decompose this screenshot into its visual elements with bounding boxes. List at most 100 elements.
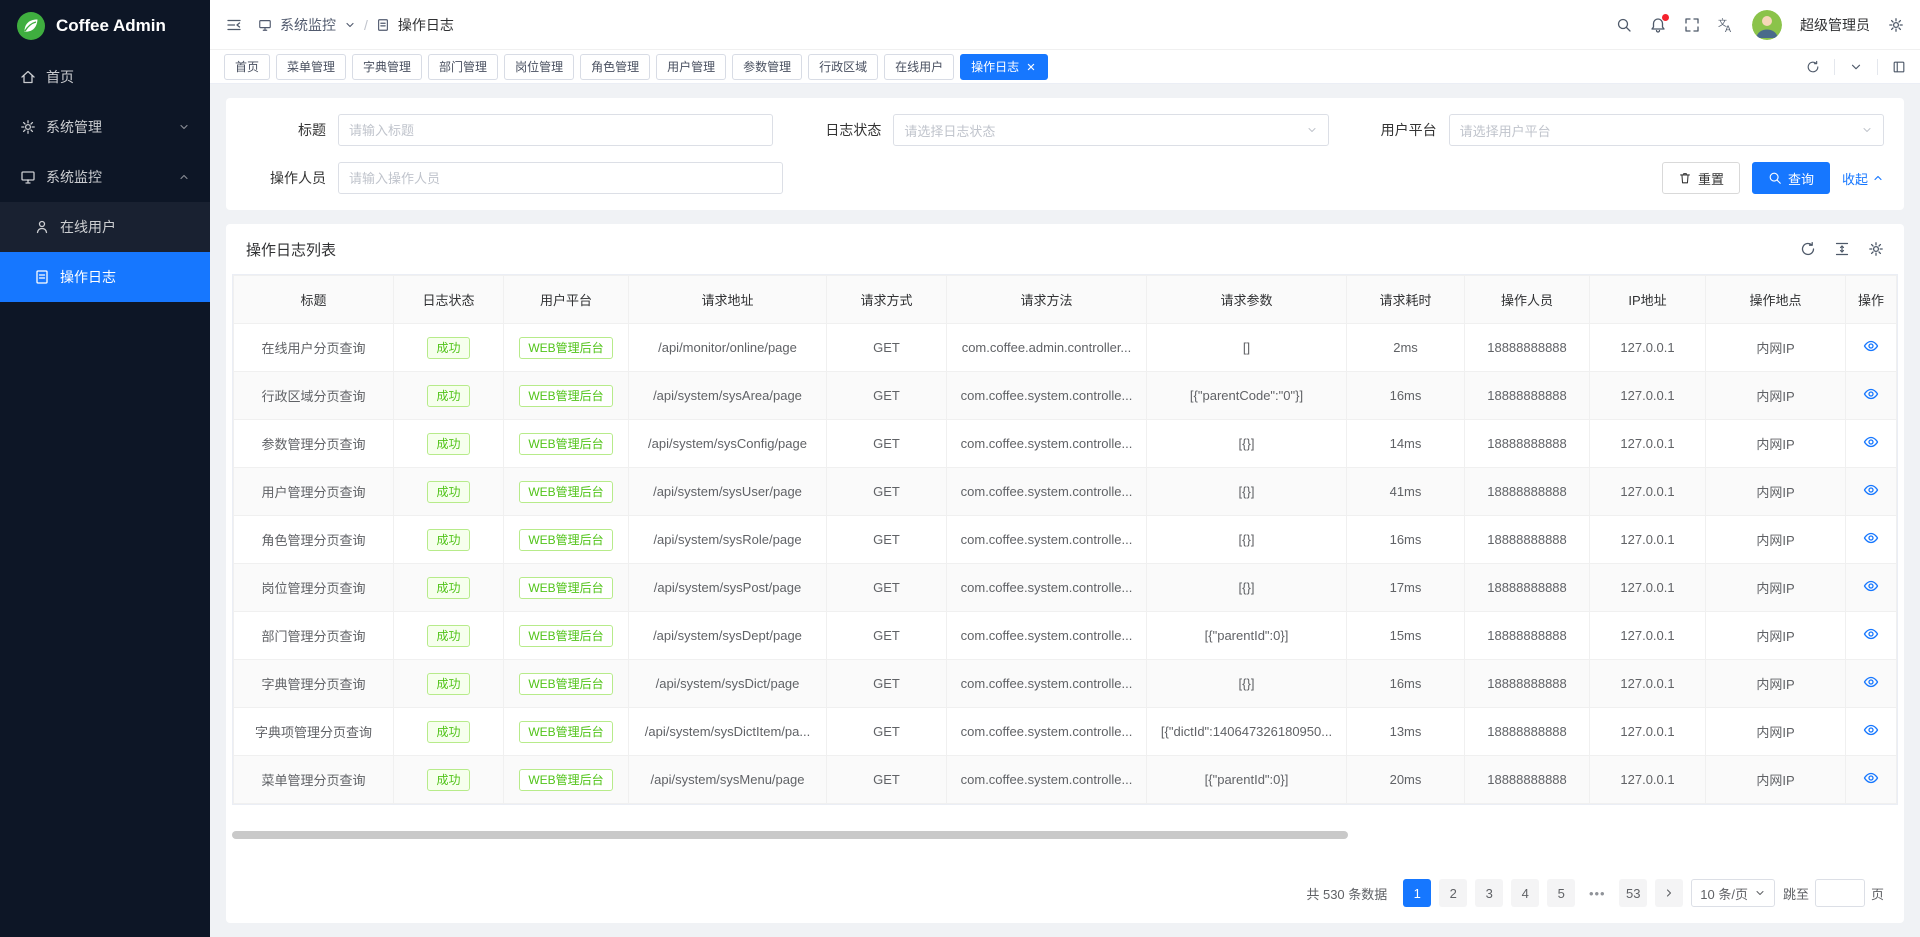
tab-config-management[interactable]: 参数管理 [732, 54, 802, 80]
cell-title: 字典管理分页查询 [234, 660, 394, 708]
cell-params: [{"dictId":140647326180950... [1147, 708, 1347, 756]
chevron-down-icon[interactable] [1849, 60, 1863, 74]
cell-handler: com.coffee.system.controlle... [947, 612, 1147, 660]
density-icon[interactable] [1834, 241, 1850, 257]
filter-card: 标题 日志状态 请选择日志状态 用户平台 [226, 98, 1904, 210]
filter-actions: 重置 查询 收起 [811, 162, 1884, 194]
operator-label: 操作人员 [246, 168, 326, 188]
notification-bell-icon[interactable] [1650, 17, 1666, 33]
cell-location: 内网IP [1706, 564, 1846, 612]
view-detail-eye-icon[interactable] [1863, 722, 1879, 738]
settings-gear-icon[interactable] [1888, 17, 1904, 33]
menu-fold-icon[interactable] [226, 17, 242, 33]
title-input[interactable] [349, 123, 762, 138]
cell-params: [{"parentId":0}] [1147, 756, 1347, 804]
view-detail-eye-icon[interactable] [1863, 770, 1879, 786]
chevron-down-icon[interactable] [344, 19, 356, 31]
cell-params: [{}] [1147, 516, 1347, 564]
view-detail-eye-icon[interactable] [1863, 482, 1879, 498]
fullscreen-icon[interactable] [1684, 17, 1700, 33]
page-button-4[interactable]: 4 [1511, 879, 1539, 907]
table-row: 在线用户分页查询 成功 WEB管理后台 /api/monitor/online/… [234, 324, 1897, 372]
query-button[interactable]: 查询 [1752, 162, 1830, 194]
view-detail-eye-icon[interactable] [1863, 386, 1879, 402]
cell-url: /api/system/sysDept/page [629, 612, 827, 660]
page-ellipsis[interactable]: ••• [1583, 886, 1611, 901]
cell-url: /api/monitor/online/page [629, 324, 827, 372]
page-size-select[interactable]: 10 条/页 [1691, 879, 1775, 907]
sidebar-item-system-management[interactable]: 系统管理 [0, 102, 210, 152]
col-duration: 请求耗时 [1347, 276, 1465, 324]
translate-icon[interactable]: 文A [1718, 17, 1734, 33]
refresh-icon[interactable] [1800, 241, 1816, 257]
close-icon[interactable] [1025, 61, 1037, 73]
platform-badge: WEB管理后台 [519, 529, 612, 551]
notification-badge [1662, 14, 1669, 21]
tab-dict-management[interactable]: 字典管理 [352, 54, 422, 80]
cell-ip: 127.0.0.1 [1590, 708, 1706, 756]
cell-location: 内网IP [1706, 468, 1846, 516]
reset-button[interactable]: 重置 [1662, 162, 1740, 194]
tab-operation-logs[interactable]: 操作日志 [960, 54, 1048, 80]
next-page-button[interactable] [1655, 879, 1683, 907]
cell-duration: 17ms [1347, 564, 1465, 612]
view-detail-eye-icon[interactable] [1863, 578, 1879, 594]
view-detail-eye-icon[interactable] [1863, 626, 1879, 642]
operation-log-table: 标题 日志状态 用户平台 请求地址 请求方式 请求方法 请求参数 请求耗时 操作… [233, 275, 1897, 804]
platform-select[interactable]: 请选择用户平台 [1449, 114, 1884, 146]
tab-user-management[interactable]: 用户管理 [656, 54, 726, 80]
tab-post-management[interactable]: 岗位管理 [504, 54, 574, 80]
refresh-icon[interactable] [1806, 60, 1820, 74]
cell-method: GET [827, 324, 947, 372]
breadcrumb-parent[interactable]: 系统监控 [280, 15, 336, 35]
tab-area-management[interactable]: 行政区域 [808, 54, 878, 80]
tab-menu-management[interactable]: 菜单管理 [276, 54, 346, 80]
page-button-3[interactable]: 3 [1475, 879, 1503, 907]
sidebar-item-online-users[interactable]: 在线用户 [0, 202, 210, 252]
cell-status: 成功 [394, 756, 504, 804]
page-button-5[interactable]: 5 [1547, 879, 1575, 907]
operator-input-wrap [338, 162, 783, 194]
platform-badge: WEB管理后台 [519, 673, 612, 695]
col-operation: 操作 [1846, 276, 1897, 324]
tab-dept-management[interactable]: 部门管理 [428, 54, 498, 80]
column-settings-gear-icon[interactable] [1868, 241, 1884, 257]
sidebar-item-system-monitor[interactable]: 系统监控 [0, 152, 210, 202]
page-button-2[interactable]: 2 [1439, 879, 1467, 907]
topbar: 系统监控 / 操作日志 文A [210, 0, 1920, 50]
cell-method: GET [827, 612, 947, 660]
collapse-link[interactable]: 收起 [1842, 169, 1884, 188]
avatar[interactable] [1752, 10, 1782, 40]
platform-badge: WEB管理后台 [519, 769, 612, 791]
content: 标题 日志状态 请选择日志状态 用户平台 [210, 84, 1920, 937]
view-detail-eye-icon[interactable] [1863, 674, 1879, 690]
operator-input[interactable] [349, 171, 772, 186]
page-button-53[interactable]: 53 [1619, 879, 1647, 907]
cell-duration: 20ms [1347, 756, 1465, 804]
status-select[interactable]: 请选择日志状态 [893, 114, 1328, 146]
tab-home[interactable]: 首页 [224, 54, 270, 80]
cell-handler: com.coffee.system.controlle... [947, 516, 1147, 564]
cell-url: /api/system/sysUser/page [629, 468, 827, 516]
breadcrumb: 系统监控 / 操作日志 [258, 15, 454, 35]
layout-icon[interactable] [1892, 60, 1906, 74]
cell-location: 内网IP [1706, 420, 1846, 468]
search-icon[interactable] [1616, 17, 1632, 33]
sidebar-item-operation-logs[interactable]: 操作日志 [0, 252, 210, 302]
user-name[interactable]: 超级管理员 [1800, 15, 1870, 35]
platform-badge: WEB管理后台 [519, 625, 612, 647]
view-detail-eye-icon[interactable] [1863, 434, 1879, 450]
user-icon [34, 219, 50, 235]
home-icon [20, 69, 36, 85]
sidebar-item-home[interactable]: 首页 [0, 52, 210, 102]
view-detail-eye-icon[interactable] [1863, 338, 1879, 354]
tab-role-management[interactable]: 角色管理 [580, 54, 650, 80]
view-detail-eye-icon[interactable] [1863, 530, 1879, 546]
page-button-1[interactable]: 1 [1403, 879, 1431, 907]
sidebar-item-label: 操作日志 [60, 267, 116, 287]
scrollbar-thumb[interactable] [232, 831, 1348, 839]
tab-online-users[interactable]: 在线用户 [884, 54, 954, 80]
cell-params: [{}] [1147, 564, 1347, 612]
platform-badge: WEB管理后台 [519, 385, 612, 407]
jump-page-input[interactable] [1815, 879, 1865, 907]
